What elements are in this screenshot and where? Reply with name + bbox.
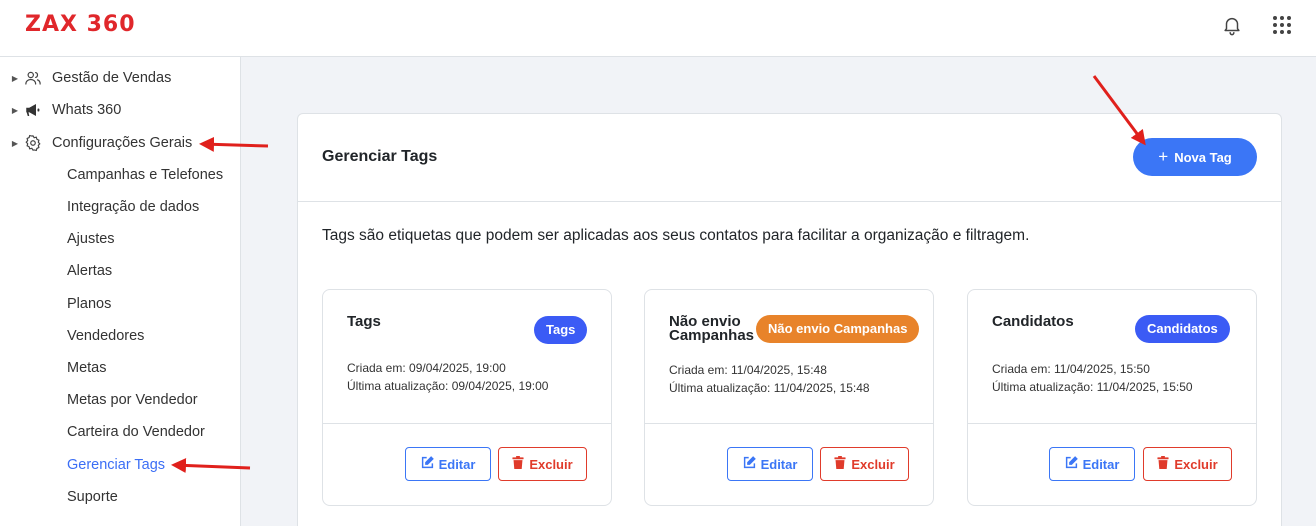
tag-name: Tags xyxy=(347,313,381,330)
tag-card: Não envio Campanhas Não envio Campanhas … xyxy=(644,289,934,506)
caret-right-icon: ▶ xyxy=(11,105,18,115)
page-title: Gerenciar Tags xyxy=(322,148,438,165)
delete-label: Excluir xyxy=(1174,456,1218,472)
sidebar-subitem-metas[interactable]: Metas xyxy=(67,357,107,379)
sidebar-item-label: Configurações Gerais xyxy=(52,135,193,151)
sidebar-subitem-integracao-de-dados[interactable]: Integração de dados xyxy=(67,196,199,218)
sidebar-item-configuracoes-gerais[interactable]: ▶ Configurações Gerais xyxy=(0,130,192,156)
delete-tag-button[interactable]: Excluir xyxy=(498,447,587,481)
sidebar-item-whats-360[interactable]: ▶ Whats 360 xyxy=(0,97,121,123)
users-icon xyxy=(24,69,42,87)
tag-created: Criada em: 09/04/2025, 19:00 xyxy=(347,361,506,375)
divider xyxy=(645,423,933,424)
edit-icon xyxy=(1065,456,1078,472)
megaphone-icon xyxy=(24,101,42,119)
sidebar-item-gestao-de-vendas[interactable]: ▶ Gestão de Vendas xyxy=(0,65,171,91)
tag-name: Não envio Campanhas xyxy=(669,313,755,344)
trash-icon xyxy=(1157,456,1169,472)
sidebar-subitem-carteira-do-vendedor[interactable]: Carteira do Vendedor xyxy=(67,421,205,443)
tag-name: Candidatos xyxy=(992,313,1074,330)
tag-updated: Última atualização: 11/04/2025, 15:48 xyxy=(669,381,870,395)
divider xyxy=(968,423,1256,424)
gear-icon xyxy=(24,134,42,152)
tag-created: Criada em: 11/04/2025, 15:50 xyxy=(992,362,1150,376)
manage-tags-card: Gerenciar Tags + Nova Tag Tags são etiqu… xyxy=(297,113,1282,526)
sidebar-subitem-alertas[interactable]: Alertas xyxy=(67,260,112,282)
divider xyxy=(323,423,611,424)
tag-badge: Não envio Campanhas xyxy=(756,315,920,343)
edit-label: Editar xyxy=(760,456,798,472)
tag-badge: Candidatos xyxy=(1135,315,1230,343)
delete-tag-button[interactable]: Excluir xyxy=(1143,447,1232,481)
delete-label: Excluir xyxy=(529,456,573,472)
bell-icon[interactable] xyxy=(1221,14,1243,36)
page-description: Tags são etiquetas que podem ser aplicad… xyxy=(322,227,1030,244)
tag-card: Candidatos Candidatos Criada em: 11/04/2… xyxy=(967,289,1257,506)
app-logo[interactable]: ZAX 360 xyxy=(25,12,136,38)
new-tag-button[interactable]: + Nova Tag xyxy=(1133,138,1257,176)
caret-right-icon: ▶ xyxy=(11,138,18,148)
apps-grid-icon[interactable] xyxy=(1271,14,1293,36)
caret-right-icon: ▶ xyxy=(11,73,18,83)
edit-tag-button[interactable]: Editar xyxy=(727,447,813,481)
tag-created: Criada em: 11/04/2025, 15:48 xyxy=(669,363,827,377)
edit-icon xyxy=(743,456,756,472)
delete-label: Excluir xyxy=(851,456,895,472)
plus-icon: + xyxy=(1158,146,1169,166)
edit-label: Editar xyxy=(1082,456,1120,472)
tag-updated: Última atualização: 11/04/2025, 15:50 xyxy=(992,380,1193,394)
sidebar-subitem-metas-por-vendedor[interactable]: Metas por Vendedor xyxy=(67,389,198,411)
sidebar-subitem-campanhas-e-telefones[interactable]: Campanhas e Telefones xyxy=(67,164,223,186)
sidebar-subitem-suporte[interactable]: Suporte xyxy=(67,486,118,508)
edit-tag-button[interactable]: Editar xyxy=(405,447,491,481)
new-tag-label: Nova Tag xyxy=(1174,149,1232,165)
tag-badge: Tags xyxy=(534,316,588,344)
top-bar: ZAX 360 xyxy=(0,0,1316,57)
sidebar: ▶ Gestão de Vendas ▶ Whats 360 ▶ Configu… xyxy=(0,57,241,526)
card-header: Gerenciar Tags + Nova Tag xyxy=(298,114,1281,202)
trash-icon xyxy=(512,456,524,472)
edit-icon xyxy=(421,456,434,472)
tag-card: Tags Tags Criada em: 09/04/2025, 19:00 Ú… xyxy=(322,289,612,506)
sidebar-item-label: Whats 360 xyxy=(52,102,122,118)
sidebar-item-label: Gestão de Vendas xyxy=(52,70,172,86)
edit-label: Editar xyxy=(438,456,476,472)
sidebar-subitem-ajustes[interactable]: Ajustes xyxy=(67,228,115,250)
tag-updated: Última atualização: 09/04/2025, 19:00 xyxy=(347,379,549,393)
sidebar-subitem-vendedores[interactable]: Vendedores xyxy=(67,325,144,347)
edit-tag-button[interactable]: Editar xyxy=(1049,447,1135,481)
sidebar-subitem-gerenciar-tags[interactable]: Gerenciar Tags xyxy=(67,454,165,476)
sidebar-subitem-planos[interactable]: Planos xyxy=(67,293,111,315)
delete-tag-button[interactable]: Excluir xyxy=(820,447,909,481)
trash-icon xyxy=(834,456,846,472)
